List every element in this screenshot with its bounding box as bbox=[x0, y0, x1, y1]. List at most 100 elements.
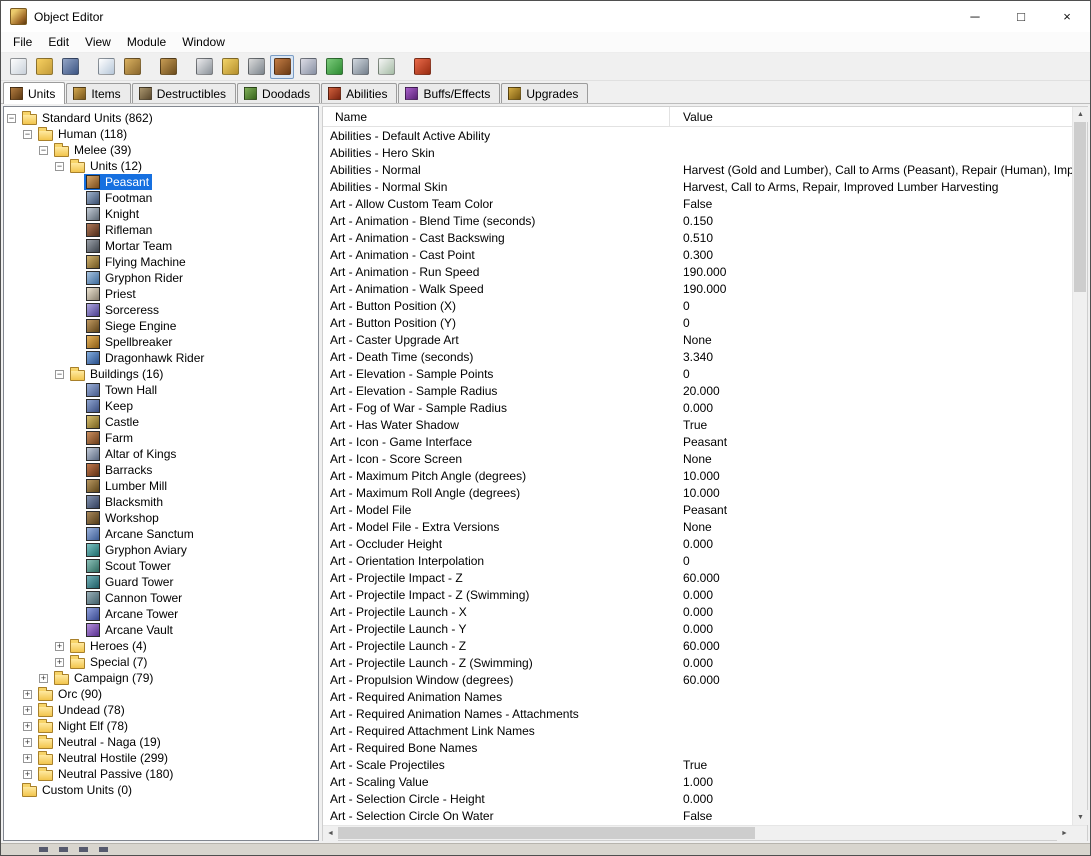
expand-icon[interactable]: + bbox=[55, 657, 64, 667]
tab-buffs-effects[interactable]: Buffs/Effects bbox=[398, 83, 501, 103]
property-row[interactable]: Art - Allow Custom Team Color False bbox=[323, 195, 1072, 212]
property-row[interactable]: Art - Occluder Height 0.000 bbox=[323, 535, 1072, 552]
collapse-icon[interactable]: − bbox=[39, 145, 48, 155]
object-manager-icon[interactable] bbox=[348, 55, 372, 79]
brush-list-icon[interactable] bbox=[156, 55, 180, 79]
property-row[interactable]: Art - Projectile Launch - Z (Swimming) 0.… bbox=[323, 654, 1072, 671]
horizontal-scrollbar-thumb[interactable] bbox=[338, 827, 756, 839]
property-row[interactable]: Art - Propulsion Window (degrees) 60.000 bbox=[323, 671, 1072, 688]
tree-item-undead-78[interactable]: + Undead (78) bbox=[4, 702, 318, 718]
tree-item-gryphon-rider[interactable]: Gryphon Rider bbox=[4, 270, 318, 286]
property-row[interactable]: Art - Animation - Cast Backswing 0.510 bbox=[323, 229, 1072, 246]
property-row[interactable]: Art - Animation - Cast Point 0.300 bbox=[323, 246, 1072, 263]
property-row[interactable]: Art - Projectile Impact - Z (Swimming) 0.… bbox=[323, 586, 1072, 603]
tree-item-cannon-tower[interactable]: Cannon Tower bbox=[4, 590, 318, 606]
tree-item-units-12[interactable]: − Units (12) bbox=[4, 158, 318, 174]
property-row[interactable]: Art - Projectile Launch - Y 0.000 bbox=[323, 620, 1072, 637]
tree-item-castle[interactable]: Castle bbox=[4, 414, 318, 430]
vertical-scrollbar-thumb[interactable] bbox=[1074, 122, 1086, 292]
sound-editor-icon[interactable] bbox=[244, 55, 268, 79]
property-row[interactable]: Art - Death Time (seconds) 3.340 bbox=[323, 348, 1072, 365]
terrain-editor-icon[interactable] bbox=[192, 55, 216, 79]
property-row[interactable]: Art - Elevation - Sample Radius 20.000 bbox=[323, 382, 1072, 399]
tree-item-mortar-team[interactable]: Mortar Team bbox=[4, 238, 318, 254]
tree-item-arcane-sanctum[interactable]: Arcane Sanctum bbox=[4, 526, 318, 542]
tree-item-gryphon-aviary[interactable]: Gryphon Aviary bbox=[4, 542, 318, 558]
property-row[interactable]: Art - Animation - Run Speed 190.000 bbox=[323, 263, 1072, 280]
tree-item-human-118[interactable]: − Human (118) bbox=[4, 126, 318, 142]
property-row[interactable]: Art - Scale Projectiles True bbox=[323, 756, 1072, 773]
tree-item-scout-tower[interactable]: Scout Tower bbox=[4, 558, 318, 574]
tree-item-melee-39[interactable]: − Melee (39) bbox=[4, 142, 318, 158]
expand-icon[interactable]: + bbox=[55, 641, 64, 651]
tree-item-neutral-naga-19[interactable]: + Neutral - Naga (19) bbox=[4, 734, 318, 750]
tree-item-special-7[interactable]: + Special (7) bbox=[4, 654, 318, 670]
collapse-icon[interactable]: − bbox=[23, 129, 32, 139]
property-row[interactable]: Art - Icon - Game Interface Peasant bbox=[323, 433, 1072, 450]
tree-item-keep[interactable]: Keep bbox=[4, 398, 318, 414]
expand-icon[interactable]: + bbox=[23, 769, 32, 779]
tree-item-town-hall[interactable]: Town Hall bbox=[4, 382, 318, 398]
tree-item-spellbreaker[interactable]: Spellbreaker bbox=[4, 334, 318, 350]
tree-item-arcane-vault[interactable]: Arcane Vault bbox=[4, 622, 318, 638]
tree-item-standard-units-862[interactable]: − Standard Units (862) bbox=[4, 110, 318, 126]
tab-units[interactable]: Units bbox=[3, 82, 66, 104]
property-row[interactable]: Art - Selection Circle - Height 0.000 bbox=[323, 790, 1072, 807]
property-row[interactable]: Art - Icon - Score Screen None bbox=[323, 450, 1072, 467]
tree-item-lumber-mill[interactable]: Lumber Mill bbox=[4, 478, 318, 494]
property-row[interactable]: Art - Button Position (X) 0 bbox=[323, 297, 1072, 314]
property-row[interactable]: Art - Required Bone Names bbox=[323, 739, 1072, 756]
property-row[interactable]: Art - Model File - Extra Versions None bbox=[323, 518, 1072, 535]
tree-item-rifleman[interactable]: Rifleman bbox=[4, 222, 318, 238]
vertical-scrollbar[interactable]: ▲ ▼ bbox=[1072, 107, 1088, 825]
property-row[interactable]: Art - Animation - Walk Speed 190.000 bbox=[323, 280, 1072, 297]
property-row[interactable]: Art - Maximum Roll Angle (degrees) 10.000 bbox=[323, 484, 1072, 501]
tree-item-farm[interactable]: Farm bbox=[4, 430, 318, 446]
scroll-up-icon[interactable]: ▲ bbox=[1073, 107, 1088, 122]
property-row[interactable]: Art - Fog of War - Sample Radius 0.000 bbox=[323, 399, 1072, 416]
tab-abilities[interactable]: Abilities bbox=[321, 83, 398, 103]
tab-doodads[interactable]: Doodads bbox=[237, 83, 321, 103]
property-row[interactable]: Art - Required Animation Names - Attachm… bbox=[323, 705, 1072, 722]
tree-item-heroes-4[interactable]: + Heroes (4) bbox=[4, 638, 318, 654]
property-row[interactable]: Art - Required Animation Names bbox=[323, 688, 1072, 705]
property-row[interactable]: Art - Selection Circle On Water False bbox=[323, 807, 1072, 824]
menu-file[interactable]: File bbox=[5, 33, 40, 51]
tree-item-altar-of-kings[interactable]: Altar of Kings bbox=[4, 446, 318, 462]
tree-item-campaign-79[interactable]: + Campaign (79) bbox=[4, 670, 318, 686]
menu-edit[interactable]: Edit bbox=[40, 33, 77, 51]
tree-item-arcane-tower[interactable]: Arcane Tower bbox=[4, 606, 318, 622]
tree-item-neutral-passive-180[interactable]: + Neutral Passive (180) bbox=[4, 766, 318, 782]
tree-item-workshop[interactable]: Workshop bbox=[4, 510, 318, 526]
trigger-editor-icon[interactable] bbox=[218, 55, 242, 79]
menu-window[interactable]: Window bbox=[174, 33, 233, 51]
open-map-icon[interactable] bbox=[32, 55, 56, 79]
property-row[interactable]: Abilities - Normal Harvest (Gold and Lumb… bbox=[323, 161, 1072, 178]
tree-item-blacksmith[interactable]: Blacksmith bbox=[4, 494, 318, 510]
tree-item-night-elf-78[interactable]: + Night Elf (78) bbox=[4, 718, 318, 734]
test-map-icon[interactable] bbox=[410, 55, 434, 79]
property-row[interactable]: Art - Has Water Shadow True bbox=[323, 416, 1072, 433]
tab-upgrades[interactable]: Upgrades bbox=[501, 83, 589, 103]
minimize-button[interactable]: ─ bbox=[952, 1, 998, 32]
maximize-button[interactable]: □ bbox=[998, 1, 1044, 32]
paste-icon[interactable] bbox=[120, 55, 144, 79]
tree-item-guard-tower[interactable]: Guard Tower bbox=[4, 574, 318, 590]
property-row[interactable]: Art - Maximum Pitch Angle (degrees) 10.00… bbox=[323, 467, 1072, 484]
horizontal-scrollbar-track[interactable] bbox=[338, 826, 1057, 840]
expand-icon[interactable]: + bbox=[23, 705, 32, 715]
tree-item-peasant[interactable]: Peasant bbox=[4, 174, 318, 190]
tree-item-priest[interactable]: Priest bbox=[4, 286, 318, 302]
tree-item-flying-machine[interactable]: Flying Machine bbox=[4, 254, 318, 270]
property-row[interactable]: Art - Model File Peasant bbox=[323, 501, 1072, 518]
property-row[interactable]: Art - Required Attachment Link Names bbox=[323, 722, 1072, 739]
tree-item-buildings-16[interactable]: − Buildings (16) bbox=[4, 366, 318, 382]
property-row[interactable]: Art - Scaling Value 1.000 bbox=[323, 773, 1072, 790]
collapse-icon[interactable]: − bbox=[55, 369, 64, 379]
tab-destructibles[interactable]: Destructibles bbox=[131, 83, 237, 103]
property-row[interactable]: Abilities - Hero Skin bbox=[323, 144, 1072, 161]
property-row[interactable]: Art - Projectile Launch - Z 60.000 bbox=[323, 637, 1072, 654]
expand-icon[interactable]: + bbox=[23, 721, 32, 731]
menu-view[interactable]: View bbox=[77, 33, 119, 51]
campaign-editor-icon[interactable] bbox=[296, 55, 320, 79]
